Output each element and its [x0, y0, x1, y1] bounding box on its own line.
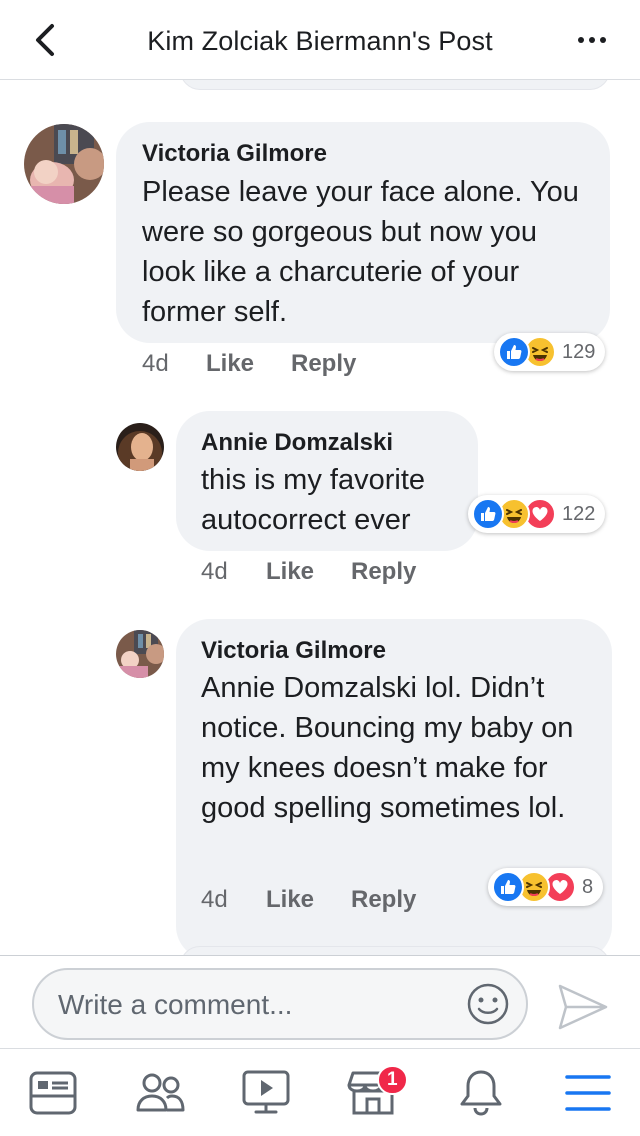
send-icon [558, 984, 608, 1030]
reaction-summary[interactable]: 8 [488, 868, 604, 906]
nav-watch[interactable] [226, 1059, 306, 1127]
like-icon [492, 871, 524, 903]
bottom-navigation: 1 [0, 1048, 640, 1136]
like-button[interactable]: Like [266, 558, 314, 586]
emoji-button[interactable] [466, 982, 510, 1026]
friends-icon [136, 1073, 185, 1112]
send-button[interactable] [556, 982, 610, 1032]
notification-badge: 1 [377, 1065, 408, 1095]
dot-icon [589, 37, 595, 43]
like-button[interactable]: Like [266, 886, 314, 914]
watch-icon [242, 1070, 290, 1114]
reaction-count: 129 [562, 340, 596, 363]
nav-menu[interactable] [548, 1059, 628, 1127]
reply-button[interactable]: Reply [351, 886, 416, 914]
like-button[interactable]: Like [206, 350, 254, 378]
comments-feed[interactable]: Victoria Gilmore Please leave your face … [0, 80, 640, 955]
avatar[interactable] [24, 124, 104, 204]
comment-time: 4d [201, 558, 228, 585]
top-bar: Kim Zolciak Biermann's Post [0, 0, 640, 80]
reply-button[interactable]: Reply [291, 350, 356, 378]
page-title: Kim Zolciak Biermann's Post [147, 26, 493, 56]
comment-composer: Write a comment... [0, 955, 640, 1048]
reaction-count: 122 [562, 502, 596, 525]
dot-icon [578, 37, 584, 43]
comment-author[interactable]: Annie Domzalski [201, 429, 393, 457]
comment-text: this is my favorite autocorrect ever [201, 464, 425, 536]
comment-time: 4d [142, 350, 169, 377]
nav-friends[interactable] [120, 1059, 200, 1127]
reply-button[interactable]: Reply [351, 558, 416, 586]
news-feed-icon [29, 1071, 77, 1115]
smiley-icon [467, 983, 509, 1025]
bell-icon [460, 1070, 502, 1116]
like-icon [472, 498, 504, 530]
previous-comment-bubble [180, 80, 610, 90]
reaction-summary[interactable]: 122 [468, 495, 606, 533]
comment-author[interactable]: Victoria Gilmore [142, 140, 327, 168]
comment-placeholder: Write a comment... [58, 989, 293, 1020]
nav-news-feed[interactable] [13, 1059, 93, 1127]
dot-icon [600, 37, 606, 43]
comment-text: Annie Domzalski lol. Didn’t notice. Boun… [201, 672, 574, 824]
comment-input[interactable]: Write a comment... [32, 968, 528, 1040]
next-comment-bubble [180, 946, 610, 955]
reaction-summary[interactable]: 129 [494, 333, 606, 371]
like-icon [498, 336, 530, 368]
avatar[interactable] [116, 630, 164, 678]
comment-time: 4d [201, 886, 228, 913]
menu-icon [565, 1075, 611, 1111]
avatar[interactable] [116, 423, 164, 471]
comment-text: Please leave your face alone. You were s… [142, 176, 579, 328]
more-options-button[interactable] [572, 26, 612, 54]
reaction-count: 8 [582, 875, 594, 898]
comment-author[interactable]: Victoria Gilmore [201, 637, 386, 665]
nav-notifications[interactable] [441, 1059, 521, 1127]
nav-marketplace[interactable]: 1 [333, 1059, 413, 1127]
